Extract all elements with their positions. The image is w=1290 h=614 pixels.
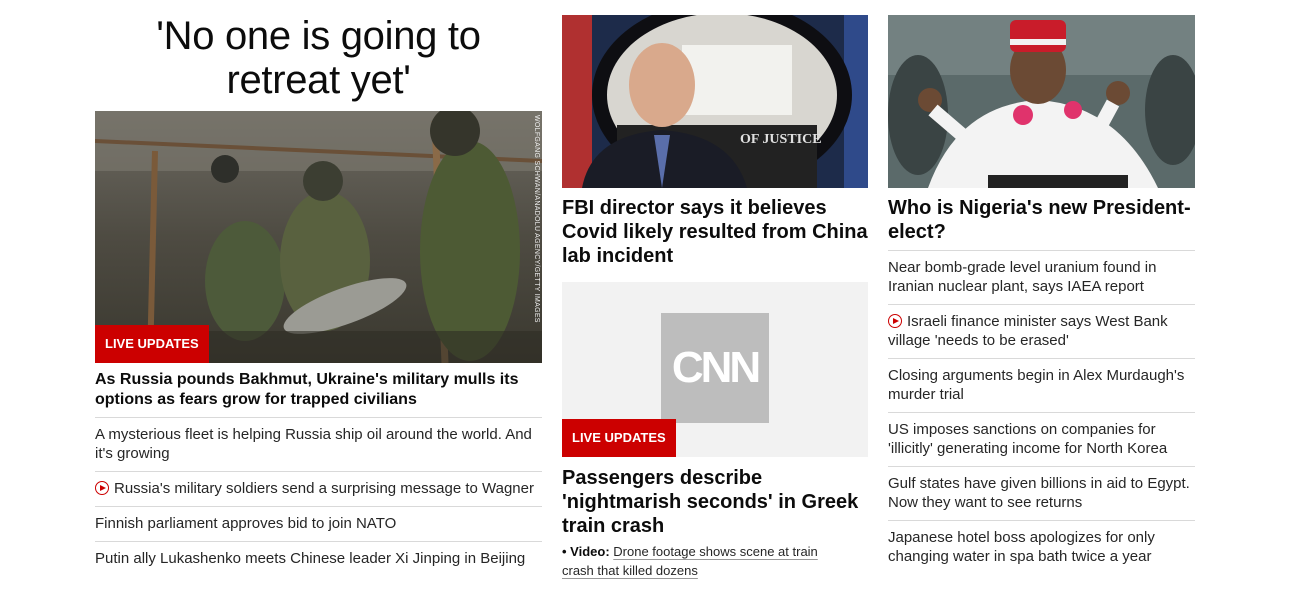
lead-headline[interactable]: 'No one is going to retreat yet'	[95, 14, 542, 102]
list-item[interactable]: Putin ally Lukashenko meets Chinese lead…	[95, 541, 542, 576]
fbi-headline[interactable]: FBI director says it believes Covid like…	[562, 196, 868, 268]
video-link[interactable]: • Video: Drone footage shows scene at tr…	[562, 542, 852, 580]
bakhmut-headline[interactable]: As Russia pounds Bakhmut, Ukraine's mili…	[95, 370, 542, 410]
seal-text: OF JUSTICE	[740, 132, 822, 147]
cnn-logo-icon: CNN	[661, 313, 769, 423]
live-updates-badge: LIVE UPDATES	[562, 419, 676, 457]
list-item[interactable]: Japanese hotel boss apologizes for only …	[888, 520, 1195, 574]
list-item[interactable]: Finnish parliament approves bid to join …	[95, 506, 542, 541]
video-label: • Video:	[562, 544, 610, 559]
list-item[interactable]: Near bomb-grade level uranium found in I…	[888, 250, 1195, 304]
list-item[interactable]: Closing arguments begin in Alex Murdaugh…	[888, 358, 1195, 412]
play-icon	[888, 314, 902, 328]
list-item[interactable]: Israeli finance minister says West Bank …	[888, 304, 1195, 358]
headlines-list: Near bomb-grade level uranium found in I…	[888, 250, 1195, 574]
train-crash-headline[interactable]: Passengers describe 'nightmarish seconds…	[562, 466, 868, 538]
nigeria-headline[interactable]: Who is Nigeria's new President-elect?	[888, 196, 1195, 244]
cnn-placeholder-image[interactable]: CNN LIVE UPDATES	[562, 282, 868, 457]
fbi-director-image[interactable]: OF JUSTICE	[562, 15, 868, 188]
related-links-list: A mysterious fleet is helping Russia shi…	[95, 417, 542, 576]
nigeria-president-image[interactable]	[888, 15, 1195, 188]
list-item[interactable]: US imposes sanctions on companies for 'i…	[888, 412, 1195, 466]
list-item[interactable]: A mysterious fleet is helping Russia shi…	[95, 417, 542, 471]
live-updates-badge: LIVE UPDATES	[95, 325, 209, 363]
image-credit: WOLFGANG SCHWAN/ANADOLU AGENCY/GETTY IMA…	[533, 115, 540, 323]
play-icon	[95, 481, 109, 495]
list-item[interactable]: Gulf states have given billions in aid t…	[888, 466, 1195, 520]
list-item[interactable]: Russia's military soldiers send a surpri…	[95, 471, 542, 506]
bakhmut-soldiers-image[interactable]: WOLFGANG SCHWAN/ANADOLU AGENCY/GETTY IMA…	[95, 111, 542, 363]
